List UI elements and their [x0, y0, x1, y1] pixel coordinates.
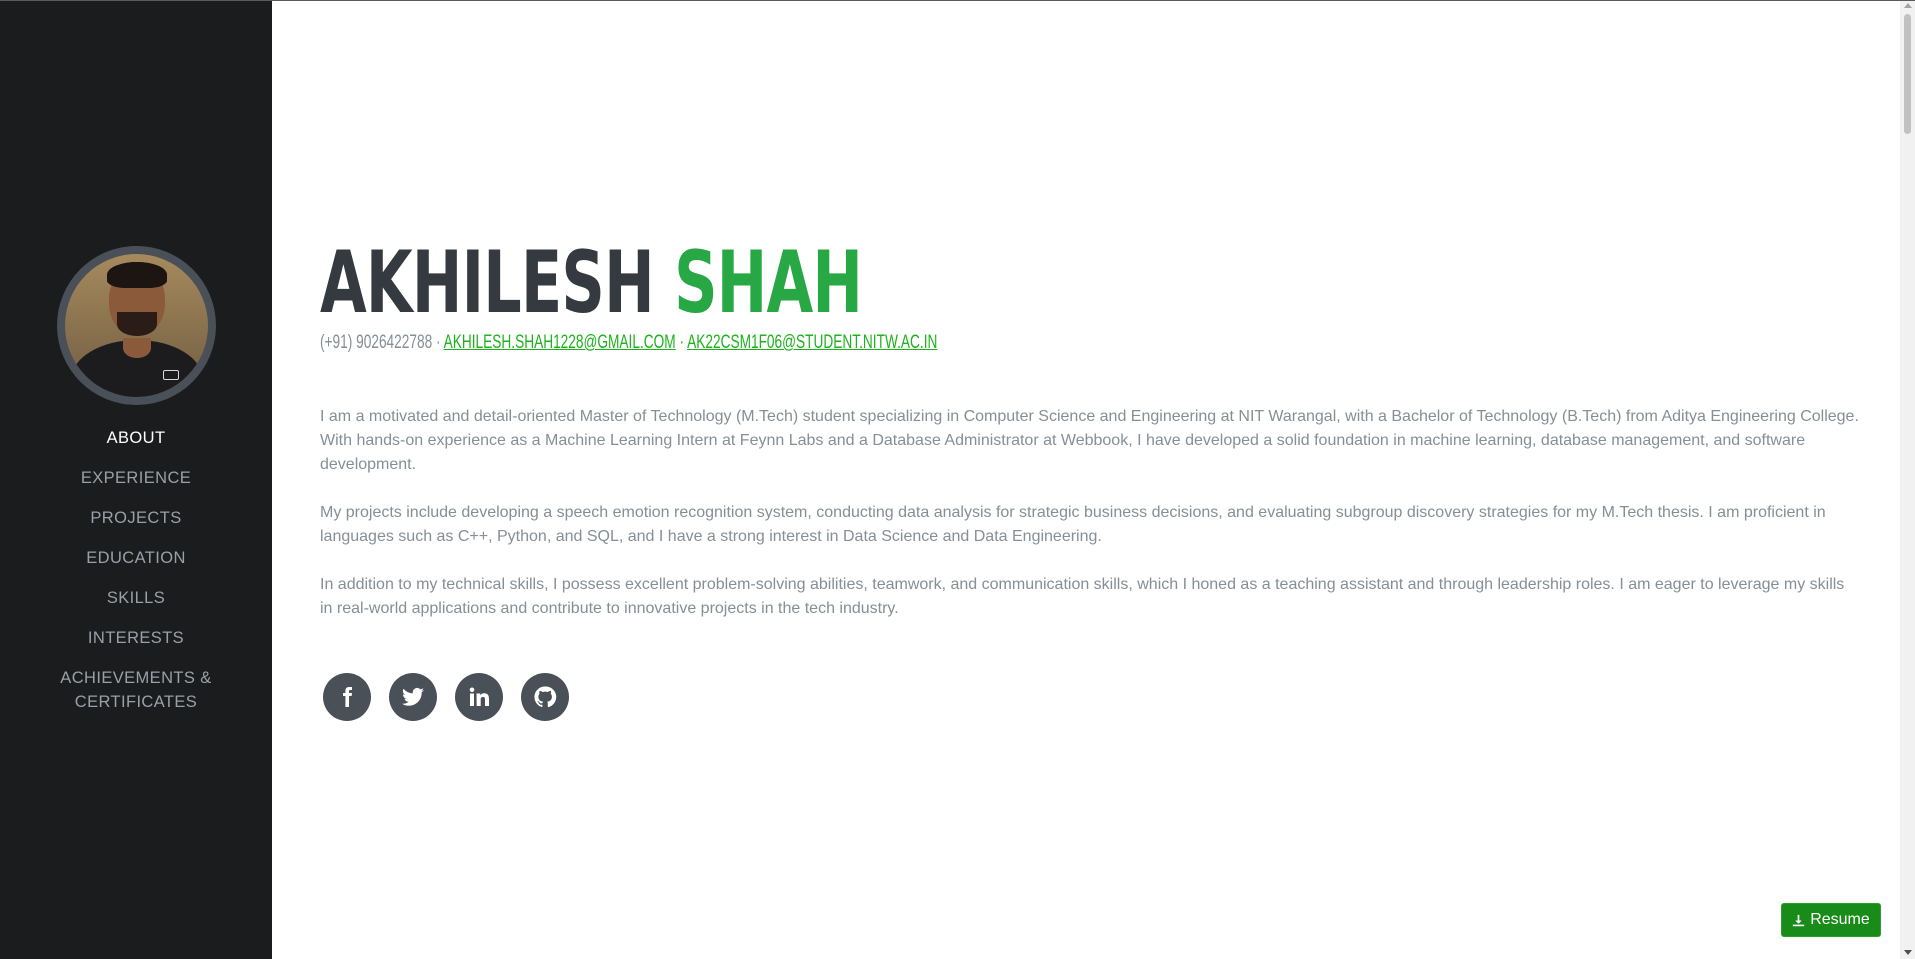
page-scrollbar[interactable]: [1900, 0, 1915, 959]
github-link[interactable]: [521, 673, 569, 721]
nav-item-interests[interactable]: Interests: [0, 626, 272, 650]
linkedin-icon: [469, 687, 489, 706]
scroll-down-arrow-icon[interactable]: [1904, 950, 1912, 955]
linkedin-link[interactable]: [455, 673, 503, 721]
nav-item-achievements[interactable]: Achievements & Certificates: [0, 666, 272, 714]
facebook-icon: [343, 687, 352, 707]
resume-button-label: Resume: [1810, 911, 1870, 928]
sidebar-nav: About Experience Projects Education Skil…: [0, 426, 272, 730]
first-name: Akhilesh: [320, 233, 655, 333]
bio-paragraph: My projects include developing a speech …: [320, 504, 1826, 545]
scrollbar-thumb[interactable]: [1904, 14, 1911, 134]
email-link-personal[interactable]: akhilesh.shah1228@gmail.com: [444, 332, 676, 353]
nav-item-skills[interactable]: Skills: [0, 586, 272, 610]
top-border: [0, 0, 1915, 1]
twitter-icon: [402, 687, 424, 706]
last-name: Shah: [674, 233, 863, 333]
avatar-beard: [117, 312, 157, 336]
sidebar: About Experience Projects Education Skil…: [0, 0, 272, 959]
facebook-link[interactable]: [323, 673, 371, 721]
avatar: [65, 254, 208, 397]
nav-item-about[interactable]: About: [0, 426, 272, 450]
email-link-student[interactable]: ak22csm1f06@student.nitw.ac.in: [687, 332, 937, 353]
avatar-neck: [123, 338, 151, 358]
page-title: Akhilesh Shah: [320, 228, 863, 338]
contact-separator: ·: [679, 332, 685, 353]
phone-number: (+91) 9026422788 ·: [320, 332, 441, 353]
about-bio: I am a motivated and detail-oriented Mas…: [320, 405, 1860, 645]
resume-download-button[interactable]: Resume: [1781, 903, 1881, 937]
main-content: Akhilesh Shah (+91) 9026422788 · akhiles…: [272, 0, 1915, 959]
avatar-shirt-logo: [163, 370, 179, 380]
github-icon: [534, 686, 557, 708]
social-icons: [323, 673, 569, 721]
avatar-hair-top: [107, 262, 167, 288]
bio-paragraph: I am a motivated and detail-oriented Mas…: [320, 408, 1859, 473]
scroll-up-arrow-icon[interactable]: [1904, 3, 1912, 8]
download-icon: [1793, 914, 1805, 926]
nav-item-experience[interactable]: Experience: [0, 466, 272, 490]
contact-line: (+91) 9026422788 · akhilesh.shah1228@gma…: [320, 331, 937, 355]
avatar-frame: [57, 246, 216, 405]
twitter-link[interactable]: [389, 673, 437, 721]
nav-item-education[interactable]: Education: [0, 546, 272, 570]
nav-item-projects[interactable]: Projects: [0, 506, 272, 530]
bio-paragraph: In addition to my technical skills, I po…: [320, 576, 1845, 617]
